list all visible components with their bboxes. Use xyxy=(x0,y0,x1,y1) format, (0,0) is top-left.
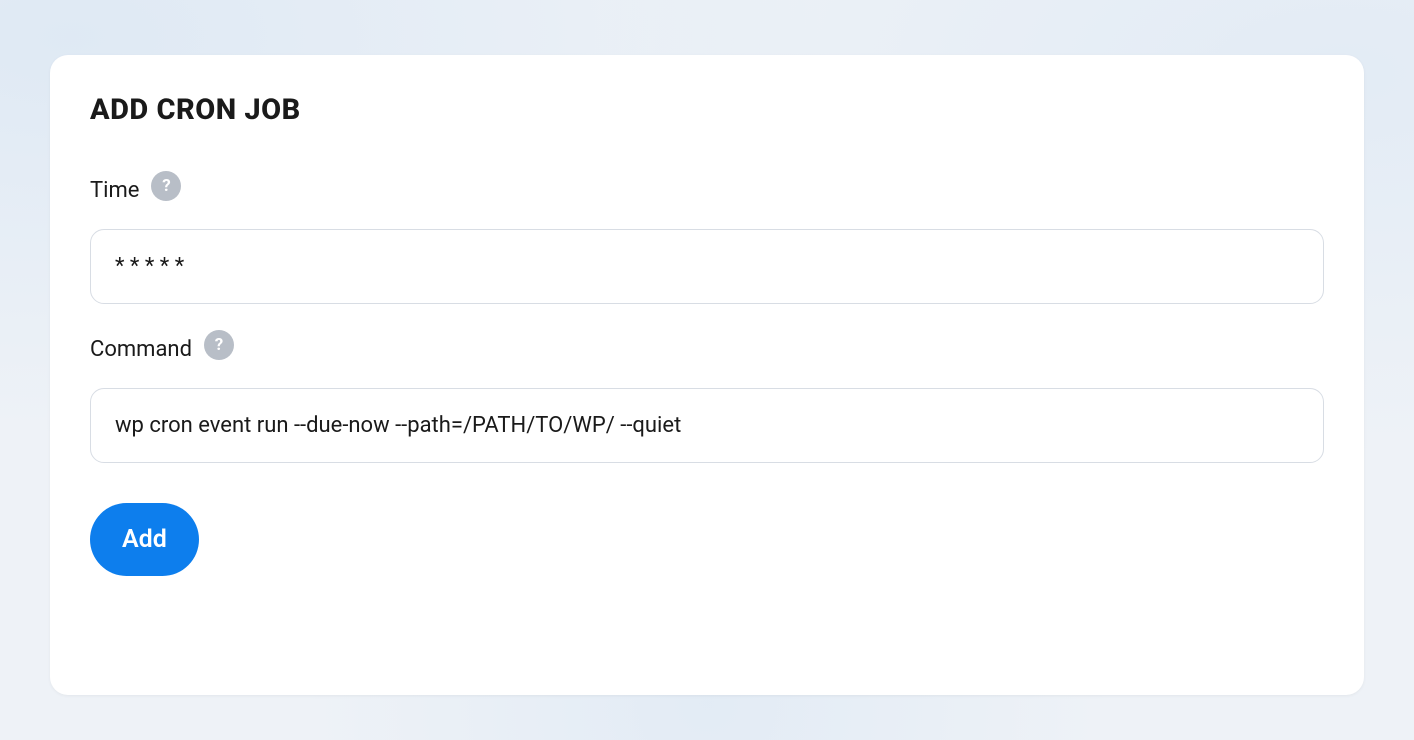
time-label: Time xyxy=(90,178,139,203)
help-icon[interactable]: ? xyxy=(151,171,181,201)
add-button[interactable]: Add xyxy=(90,503,199,576)
time-form-group: Time ? xyxy=(90,175,1324,304)
card-title: ADD CRON JOB xyxy=(90,93,1324,127)
command-label-row: Command ? xyxy=(90,334,1324,364)
add-cron-job-card: ADD CRON JOB Time ? Command ? Add xyxy=(50,55,1364,695)
time-label-row: Time ? xyxy=(90,175,1324,205)
command-form-group: Command ? xyxy=(90,334,1324,463)
time-input[interactable] xyxy=(90,229,1324,304)
command-label: Command xyxy=(90,337,192,362)
help-icon[interactable]: ? xyxy=(204,330,234,360)
command-input[interactable] xyxy=(90,388,1324,463)
